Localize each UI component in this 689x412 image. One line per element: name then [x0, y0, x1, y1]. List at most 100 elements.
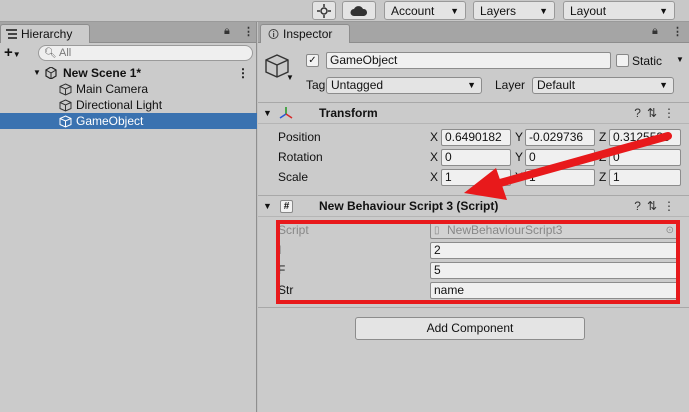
position-label: Position [278, 130, 321, 144]
gameobject-cube-icon [59, 99, 72, 112]
component-header-icons[interactable]: ?⇅⋮ [634, 106, 681, 120]
help-icon[interactable]: ? [634, 199, 647, 213]
create-button[interactable]: +▼ [4, 44, 21, 61]
caret-down-icon: ▼ [12, 50, 21, 59]
caret-down-icon: ▼ [659, 5, 668, 16]
caret-down-icon[interactable]: ▼ [286, 73, 294, 82]
tag-label: Tag [306, 78, 326, 92]
inspector-panel: Inspector 🔒︎ ⋮ ▼ ✓ GameObject Static ▼ T… [258, 22, 689, 412]
hierarchy-search-row: +▼ 🔍︎ All [0, 43, 256, 63]
rotation-label: Rotation [278, 150, 323, 164]
object-name-field[interactable]: GameObject [326, 52, 611, 69]
services-icon [317, 3, 331, 18]
axis-z-label[interactable]: Z [599, 128, 606, 146]
hierarchy-item-label: Main Camera [76, 82, 149, 96]
transform-title: Transform [319, 106, 378, 120]
hierarchy-item[interactable]: Main Camera [0, 81, 257, 97]
add-component-button[interactable]: Add Component [355, 317, 585, 340]
fold-arrow-icon[interactable]: ▼ [263, 108, 272, 118]
gameobject-cube-icon [59, 115, 72, 128]
hierarchy-search-input[interactable]: 🔍︎ All [38, 45, 253, 61]
caret-down-icon: ▼ [539, 5, 548, 16]
hierarchy-tabbar: Hierarchy 🔒︎ ⋮ [0, 22, 256, 43]
scene-row[interactable]: ▼ New Scene 1* ⋮ [0, 65, 257, 81]
cloud-button[interactable] [342, 1, 376, 20]
info-icon [268, 29, 279, 39]
tab-inspector[interactable]: Inspector [260, 24, 350, 43]
scale-y-field[interactable]: 1 [525, 169, 595, 186]
divider [258, 307, 689, 308]
fold-arrow-icon[interactable]: ▼ [263, 201, 272, 211]
caret-down-icon: ▼ [467, 80, 476, 90]
layers-label: Layers [480, 3, 517, 18]
transform-header[interactable]: ▼ Transform ?⇅⋮ [258, 102, 689, 124]
search-icon: 🔍︎ [44, 48, 57, 59]
position-x-field[interactable]: 0.6490182 [441, 129, 511, 146]
kebab-menu-icon[interactable]: ⋮ [672, 25, 683, 38]
position-z-field[interactable]: 0.3125538 [609, 129, 681, 146]
kebab-menu-icon[interactable]: ⋮ [237, 65, 249, 81]
help-icon[interactable]: ? [634, 106, 647, 120]
account-dropdown[interactable]: Account ▼ [384, 1, 466, 20]
hierarchy-panel: Hierarchy 🔒︎ ⋮ +▼ 🔍︎ All ▼ New Scene 1* … [0, 22, 257, 412]
scene-name: New Scene 1* [63, 66, 142, 80]
layer-label: Layer [495, 78, 526, 92]
hierarchy-item-selected[interactable]: GameObject [0, 113, 257, 129]
axis-x-label[interactable]: X [430, 168, 438, 186]
rotation-z-field[interactable]: 0 [609, 149, 681, 166]
inspector-tabbar: Inspector 🔒︎ ⋮ [258, 22, 689, 43]
cloud-icon [350, 5, 368, 16]
tag-dropdown[interactable]: Untagged ▼ [326, 77, 482, 94]
static-label: Static [632, 54, 663, 68]
expand-arrow-icon[interactable]: ▼ [33, 65, 41, 81]
axis-z-label[interactable]: Z [599, 168, 606, 186]
search-placeholder: All [59, 47, 72, 59]
script-hash-icon[interactable]: # [280, 200, 293, 213]
layout-dropdown[interactable]: Layout ▼ [563, 1, 675, 20]
component-header-icons[interactable]: ?⇅⋮ [634, 199, 681, 213]
rotation-x-field[interactable]: 0 [441, 149, 511, 166]
tab-hierarchy[interactable]: Hierarchy [0, 24, 90, 43]
presets-icon[interactable]: ⇅ [647, 199, 663, 213]
scale-x-field[interactable]: 1 [441, 169, 511, 186]
tab-label: Hierarchy [21, 27, 73, 41]
kebab-menu-icon[interactable]: ⋮ [663, 199, 681, 213]
hierarchy-item-label: Directional Light [76, 98, 163, 112]
layers-dropdown[interactable]: Layers ▼ [473, 1, 555, 20]
scale-z-field[interactable]: 1 [609, 169, 681, 186]
top-toolbar: Account ▼ Layers ▼ Layout ▼ [0, 0, 689, 22]
axis-y-label[interactable]: Y [515, 148, 523, 166]
rotation-y-field[interactable]: 0 [525, 149, 595, 166]
kebab-menu-icon[interactable]: ⋮ [663, 106, 681, 120]
layer-dropdown[interactable]: Default ▼ [532, 77, 674, 94]
layout-label: Layout [570, 3, 607, 18]
tab-label: Inspector [283, 27, 333, 41]
account-label: Account [391, 3, 435, 18]
static-checkbox[interactable] [616, 54, 629, 67]
script-component-header[interactable]: ▼ # New Behaviour Script 3 (Script) ?⇅⋮ [258, 195, 689, 217]
axis-x-label[interactable]: X [430, 128, 438, 146]
hierarchy-item[interactable]: Directional Light [0, 97, 257, 113]
tag-value: Untagged [331, 78, 384, 92]
kebab-menu-icon[interactable]: ⋮ [243, 25, 254, 38]
presets-icon[interactable]: ⇅ [647, 106, 663, 120]
layer-value: Default [537, 78, 576, 92]
axis-z-label[interactable]: Z [599, 148, 606, 166]
scale-label: Scale [278, 170, 309, 184]
axis-y-label[interactable]: Y [515, 168, 523, 186]
hierarchy-item-label: GameObject [76, 114, 144, 128]
lock-icon[interactable]: 🔒︎ [224, 25, 230, 38]
unity-scene-icon [45, 67, 57, 79]
axis-y-label[interactable]: Y [515, 128, 523, 146]
axis-x-label[interactable]: X [430, 148, 438, 166]
annotation-highlight-box [276, 220, 680, 304]
caret-down-icon: ▼ [450, 5, 459, 16]
gameobject-cube-icon [59, 83, 72, 96]
lock-icon[interactable]: 🔒︎ [652, 25, 658, 38]
transform-axes-icon [279, 107, 293, 119]
services-button[interactable] [312, 1, 336, 20]
caret-down-icon[interactable]: ▼ [676, 55, 684, 64]
script-component-title: New Behaviour Script 3 (Script) [319, 199, 499, 213]
position-y-field[interactable]: -0.029736 [525, 129, 595, 146]
active-checkbox[interactable]: ✓ [306, 54, 319, 67]
